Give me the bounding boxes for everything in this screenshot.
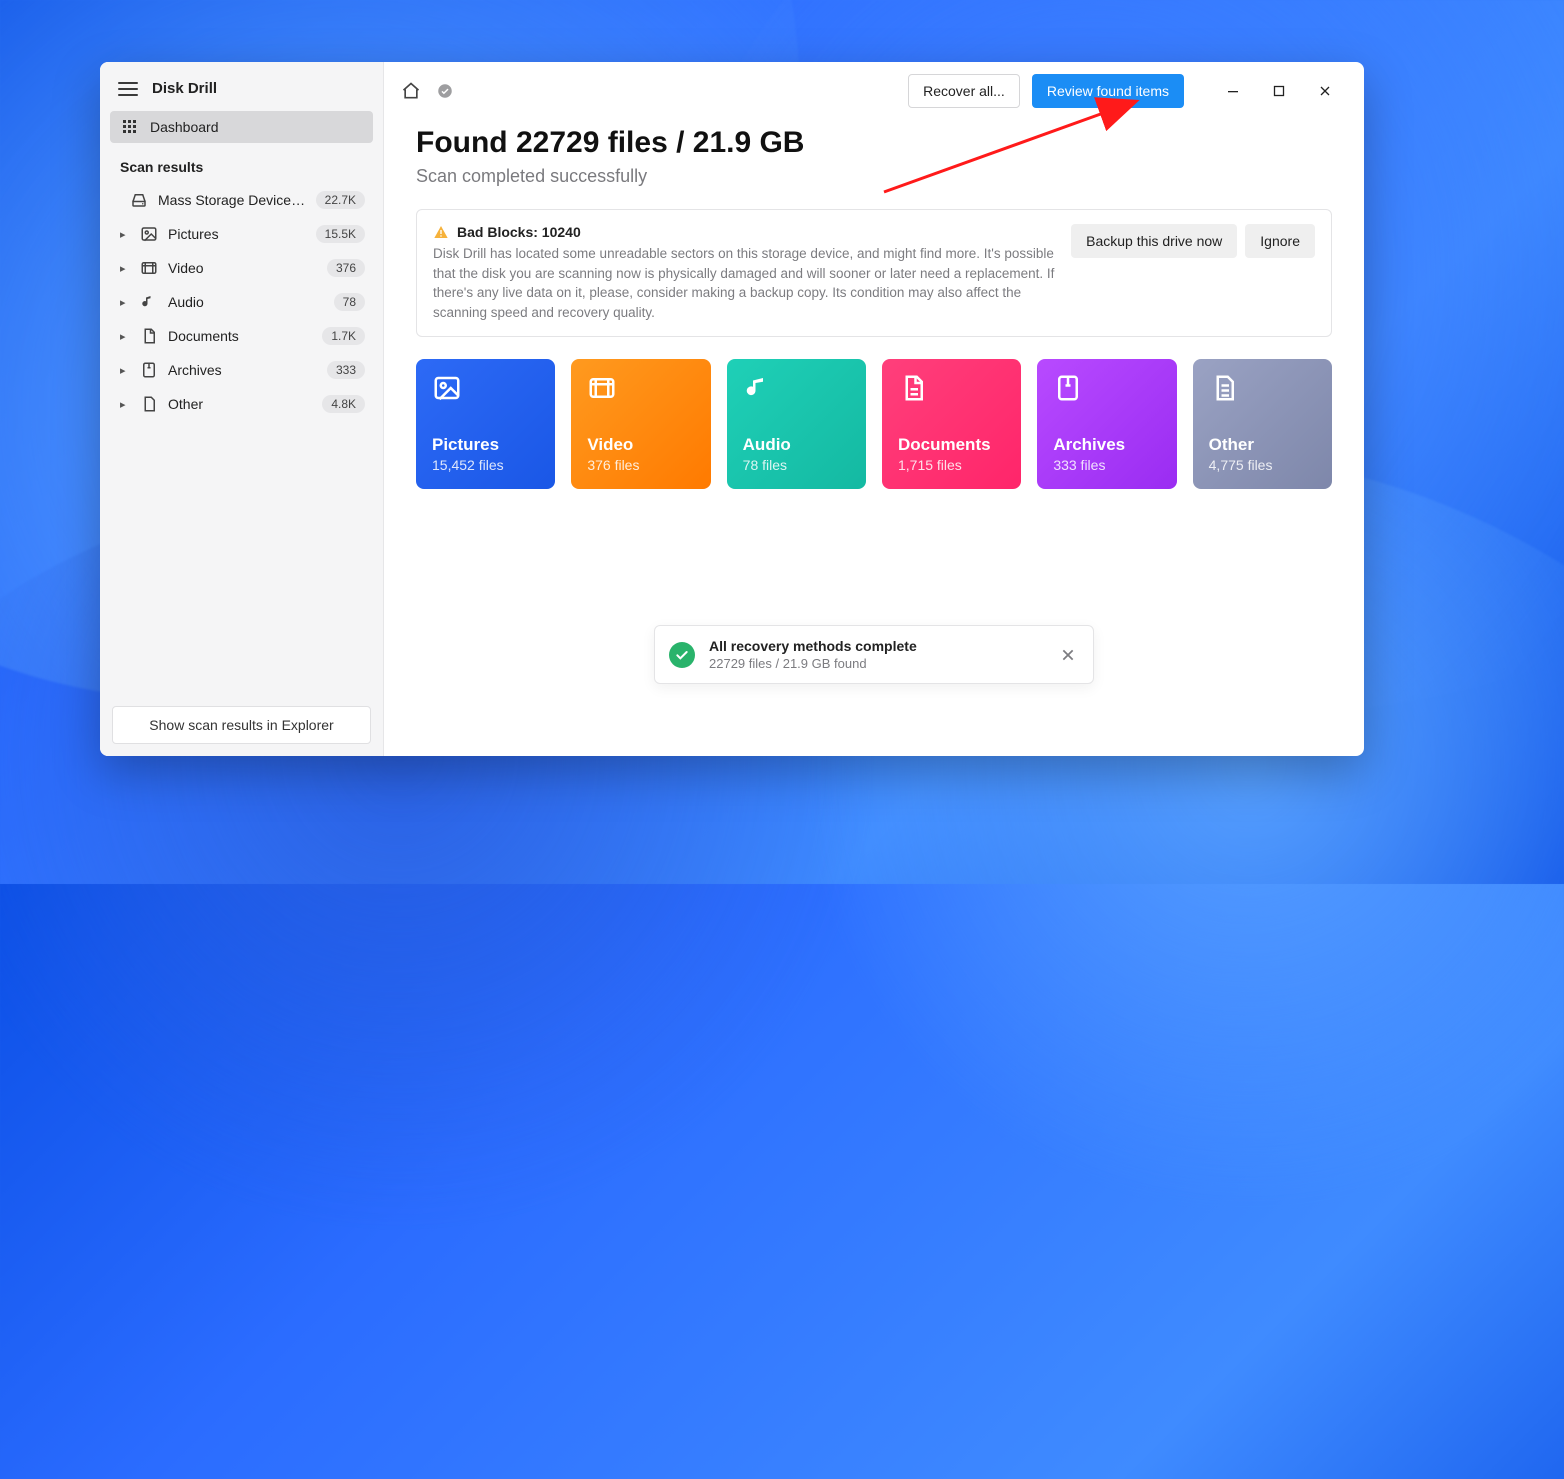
sidebar-item-label: Pictures (168, 226, 306, 242)
count-badge: 4.8K (322, 395, 365, 413)
card-archives[interactable]: Archives 333 files (1037, 359, 1176, 489)
card-sub: 4,775 files (1209, 457, 1316, 473)
archive-icon (140, 361, 158, 379)
headline: Found 22729 files / 21.9 GB (416, 126, 1332, 160)
sidebar-item-label: Video (168, 260, 317, 276)
sidebar-section-title: Scan results (100, 143, 383, 183)
subheadline: Scan completed successfully (416, 166, 1332, 187)
card-video[interactable]: Video 376 files (571, 359, 710, 489)
card-sub: 15,452 files (432, 457, 539, 473)
content: Found 22729 files / 21.9 GB Scan complet… (384, 108, 1364, 489)
card-title: Documents (898, 435, 1005, 455)
warning-icon (433, 224, 449, 240)
card-title: Video (587, 435, 694, 455)
bad-blocks-alert: Bad Blocks: 10240 Disk Drill has located… (416, 209, 1332, 337)
window-close-button[interactable] (1302, 76, 1348, 106)
sidebar-item-label: Dashboard (150, 119, 219, 135)
count-badge: 376 (327, 259, 365, 277)
document-icon (898, 373, 928, 403)
check-circle-icon[interactable] (434, 80, 456, 102)
chevron-right-icon: ▸ (120, 364, 130, 377)
sidebar-item-documents[interactable]: ▸ Documents 1.7K (110, 319, 373, 353)
alert-title: Bad Blocks: 10240 (457, 224, 581, 240)
video-icon (587, 373, 617, 403)
video-icon (140, 259, 158, 277)
sidebar-item-label: Archives (168, 362, 317, 378)
card-sub: 333 files (1053, 457, 1160, 473)
window-controls (1210, 76, 1348, 106)
app-title: Disk Drill (152, 80, 217, 97)
sidebar-list: Mass Storage Device U... 22.7K ▸ Picture… (100, 183, 383, 421)
chevron-right-icon: ▸ (120, 262, 130, 275)
toast-title: All recovery methods complete (709, 638, 1043, 654)
archive-icon (1053, 373, 1083, 403)
toast-sub: 22729 files / 21.9 GB found (709, 656, 1043, 671)
sidebar: Disk Drill Dashboard Scan results Mass S… (100, 62, 384, 756)
card-title: Audio (743, 435, 850, 455)
audio-icon (743, 373, 773, 403)
close-icon[interactable] (1057, 644, 1079, 666)
document-icon (140, 327, 158, 345)
app-window: Disk Drill Dashboard Scan results Mass S… (100, 62, 1364, 756)
sidebar-item-dashboard[interactable]: Dashboard (110, 111, 373, 143)
review-found-items-button[interactable]: Review found items (1032, 74, 1184, 108)
card-documents[interactable]: Documents 1,715 files (882, 359, 1021, 489)
count-badge: 78 (334, 293, 365, 311)
card-title: Pictures (432, 435, 539, 455)
chevron-right-icon: ▸ (120, 296, 130, 309)
card-audio[interactable]: Audio 78 files (727, 359, 866, 489)
chevron-right-icon: ▸ (120, 228, 130, 241)
count-badge: 333 (327, 361, 365, 379)
card-sub: 1,715 files (898, 457, 1005, 473)
main-panel: Recover all... Review found items Found … (384, 62, 1364, 756)
sidebar-item-video[interactable]: ▸ Video 376 (110, 251, 373, 285)
count-badge: 15.5K (316, 225, 365, 243)
file-icon (1209, 373, 1239, 403)
card-other[interactable]: Other 4,775 files (1193, 359, 1332, 489)
card-pictures[interactable]: Pictures 15,452 files (416, 359, 555, 489)
chevron-right-icon: ▸ (120, 330, 130, 343)
alert-title-row: Bad Blocks: 10240 (433, 224, 1057, 240)
grid-icon (122, 119, 138, 135)
alert-actions: Backup this drive now Ignore (1071, 224, 1315, 322)
sidebar-item-archives[interactable]: ▸ Archives 333 (110, 353, 373, 387)
window-maximize-button[interactable] (1256, 76, 1302, 106)
card-title: Archives (1053, 435, 1160, 455)
sidebar-footer: Show scan results in Explorer (100, 694, 383, 756)
recover-all-button[interactable]: Recover all... (908, 74, 1020, 108)
card-title: Other (1209, 435, 1316, 455)
sidebar-item-label: Audio (168, 294, 324, 310)
count-badge: 1.7K (322, 327, 365, 345)
sidebar-item-audio[interactable]: ▸ Audio 78 (110, 285, 373, 319)
sidebar-item-pictures[interactable]: ▸ Pictures 15.5K (110, 217, 373, 251)
completion-toast: All recovery methods complete 22729 file… (654, 625, 1094, 684)
drive-icon (130, 191, 148, 209)
picture-icon (140, 225, 158, 243)
topbar: Recover all... Review found items (384, 62, 1364, 108)
check-circle-icon (669, 642, 695, 668)
sidebar-header: Disk Drill (100, 62, 383, 111)
card-sub: 78 files (743, 457, 850, 473)
file-icon (140, 395, 158, 413)
card-sub: 376 files (587, 457, 694, 473)
audio-icon (140, 293, 158, 311)
count-badge: 22.7K (316, 191, 365, 209)
alert-text: Disk Drill has located some unreadable s… (433, 244, 1057, 322)
window-minimize-button[interactable] (1210, 76, 1256, 106)
sidebar-item-label: Mass Storage Device U... (158, 192, 306, 208)
category-cards: Pictures 15,452 files Video 376 files (416, 359, 1332, 489)
home-icon[interactable] (400, 80, 422, 102)
sidebar-item-label: Documents (168, 328, 312, 344)
ignore-button[interactable]: Ignore (1245, 224, 1315, 258)
sidebar-item-label: Other (168, 396, 312, 412)
show-in-explorer-button[interactable]: Show scan results in Explorer (112, 706, 371, 744)
sidebar-item-other[interactable]: ▸ Other 4.8K (110, 387, 373, 421)
sidebar-item-device[interactable]: Mass Storage Device U... 22.7K (110, 183, 373, 217)
sidebar-nav: Dashboard (100, 111, 383, 143)
backup-drive-button[interactable]: Backup this drive now (1071, 224, 1237, 258)
menu-icon[interactable] (118, 82, 138, 96)
picture-icon (432, 373, 462, 403)
chevron-right-icon: ▸ (120, 398, 130, 411)
